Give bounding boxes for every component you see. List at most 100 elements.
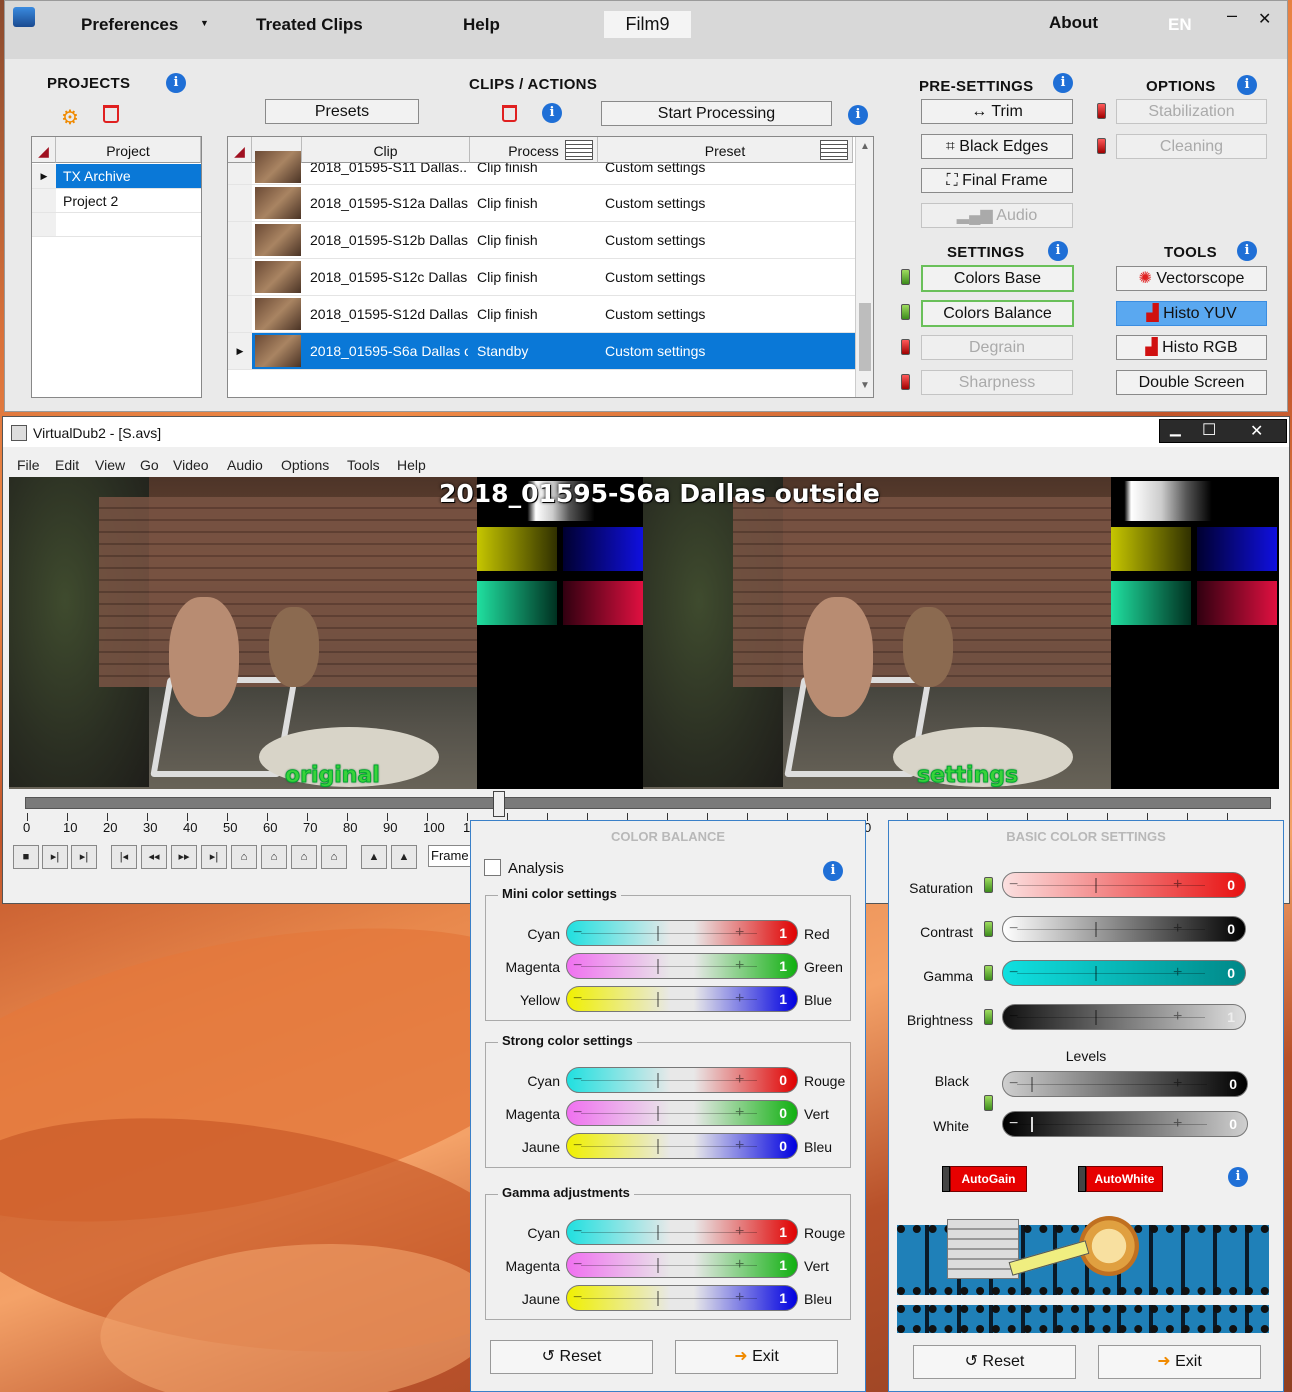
basic-slider[interactable]: − +0 — [1002, 960, 1246, 986]
close-button[interactable]: ✕ — [1258, 9, 1271, 29]
tab-film9[interactable]: Film9 — [604, 11, 691, 38]
next-key-icon[interactable]: ▸▸ — [171, 845, 197, 869]
black-level-slider[interactable]: − + 0 — [1002, 1071, 1248, 1097]
vdub-menu-go[interactable]: Go — [140, 457, 159, 473]
sharpness-button[interactable]: Sharpness — [921, 370, 1073, 395]
mark-out-point-icon[interactable]: ▲ — [391, 845, 417, 869]
color-slider[interactable]: − +1 — [566, 1252, 798, 1278]
mark-in-icon[interactable]: ⌂ — [291, 845, 317, 869]
black-edges-button[interactable]: ⌗ Black Edges — [921, 134, 1073, 159]
vdub-menu-video[interactable]: Video — [173, 457, 209, 473]
preset-column-header[interactable]: Preset — [598, 137, 853, 163]
clip-row[interactable]: 2018_01595-S12b Dallas... Clip finish Cust… — [228, 222, 855, 259]
options-info-icon[interactable]: i — [1237, 75, 1257, 95]
clips-info-icon[interactable]: i — [542, 103, 562, 123]
vdub-menu-edit[interactable]: Edit — [55, 457, 79, 473]
play-input-icon[interactable]: ▸| — [42, 845, 68, 869]
color-slider[interactable]: − +0 — [566, 1067, 798, 1093]
reset-button[interactable]: ↺ Reset — [913, 1345, 1076, 1379]
basic-info-icon[interactable]: i — [1228, 1167, 1248, 1187]
basic-slider[interactable]: − +0 — [1002, 916, 1246, 942]
start-processing-button[interactable]: Start Processing — [601, 101, 832, 126]
color-slider[interactable]: − +1 — [566, 920, 798, 946]
final-frame-button[interactable]: ⛶ Final Frame — [921, 168, 1073, 193]
play-output-icon[interactable]: ▸| — [71, 845, 97, 869]
vdub-menu-file[interactable]: File — [17, 457, 40, 473]
autowhite-button[interactable]: AutoWhite — [1086, 1166, 1163, 1192]
white-level-slider[interactable]: − + 0 — [1002, 1111, 1248, 1137]
color-slider[interactable]: − +1 — [566, 953, 798, 979]
column-chooser-icon[interactable] — [820, 140, 848, 160]
color-slider[interactable]: − +0 — [566, 1133, 798, 1159]
column-chooser-icon[interactable] — [565, 140, 593, 160]
clips-scrollbar[interactable]: ▲ ▼ — [855, 137, 873, 397]
analysis-checkbox[interactable] — [484, 859, 501, 876]
basic-slider[interactable]: − +1 — [1002, 1004, 1246, 1030]
timeline-track[interactable] — [25, 797, 1271, 809]
color-slider[interactable]: − +1 — [566, 986, 798, 1012]
clip-row[interactable]: 2018_01595-S12c Dallas... Clip finish Cust… — [228, 259, 855, 296]
color-slider[interactable]: − +1 — [566, 1219, 798, 1245]
menu-help[interactable]: Help — [463, 15, 500, 35]
mark-out-icon[interactable]: ⌂ — [321, 845, 347, 869]
audio-button[interactable]: ▂▄▆ Audio — [921, 203, 1073, 228]
trash-icon[interactable] — [103, 105, 119, 123]
stabilization-button[interactable]: Stabilization — [1116, 99, 1267, 124]
end-icon[interactable]: ▸| — [201, 845, 227, 869]
processing-info-icon[interactable]: i — [848, 105, 868, 125]
start-icon[interactable]: |◂ — [111, 845, 137, 869]
scroll-down-icon[interactable]: ▼ — [860, 380, 870, 391]
project-row-empty[interactable] — [32, 213, 201, 237]
color-balance-info-icon[interactable]: i — [823, 861, 843, 881]
trim-button[interactable]: ↔ Trim — [921, 99, 1073, 124]
menu-treated-clips[interactable]: Treated Clips — [256, 15, 363, 35]
stop-icon[interactable]: ■ — [13, 845, 39, 869]
frame-field[interactable]: Frame — [428, 845, 472, 867]
settings-info-icon[interactable]: i — [1048, 241, 1068, 261]
reset-button[interactable]: ↺ Reset — [490, 1340, 653, 1374]
scroll-up-icon[interactable]: ▲ — [860, 141, 870, 152]
basic-slider[interactable]: − +0 — [1002, 872, 1246, 898]
vdub-menu-audio[interactable]: Audio — [227, 457, 263, 473]
maximize-button[interactable]: ☐ — [1202, 420, 1216, 440]
close-button[interactable]: ✕ — [1250, 421, 1263, 441]
project-column-header[interactable]: Project — [56, 137, 201, 163]
presettings-info-icon[interactable]: i — [1053, 73, 1073, 93]
clip-row[interactable]: 2018_01595-S11 Dallas... Clip finish Custo… — [228, 151, 855, 185]
colors-base-button[interactable]: Colors Base — [921, 265, 1074, 292]
double-screen-button[interactable]: Double Screen — [1116, 370, 1267, 395]
minimize-button[interactable]: ▁ — [1170, 420, 1181, 437]
vdub-menu-tools[interactable]: Tools — [347, 457, 380, 473]
exit-button[interactable]: ➜ Exit — [1098, 1345, 1261, 1379]
vdub-menu-view[interactable]: View — [95, 457, 125, 473]
exit-button[interactable]: ➜ Exit — [675, 1340, 838, 1374]
scene-fwd-icon[interactable]: ⌂ — [261, 845, 287, 869]
clip-row[interactable]: ▶ 2018_01595-S6a Dallas o... Standby Custom… — [228, 333, 855, 370]
menu-about[interactable]: About — [1049, 13, 1098, 33]
gear-icon[interactable]: ⚙ — [61, 105, 79, 130]
projects-info-icon[interactable]: i — [166, 73, 186, 93]
scene-back-icon[interactable]: ⌂ — [231, 845, 257, 869]
process-column-header[interactable]: Process — [470, 137, 598, 163]
tools-info-icon[interactable]: i — [1237, 241, 1257, 261]
trash-icon[interactable] — [502, 105, 517, 122]
clip-row[interactable]: 2018_01595-S12d Dallas... Clip finish Cust… — [228, 296, 855, 333]
menu-preferences[interactable]: Preferences — [81, 15, 178, 35]
color-slider[interactable]: − +0 — [566, 1100, 798, 1126]
minimize-button[interactable]: – — [1227, 5, 1237, 26]
autogain-button[interactable]: AutoGain — [950, 1166, 1027, 1192]
chevron-down-icon[interactable]: ▼ — [200, 18, 209, 28]
vdub-menu-options[interactable]: Options — [281, 457, 329, 473]
project-row[interactable]: Project 2 — [32, 189, 201, 213]
degrain-button[interactable]: Degrain — [921, 335, 1073, 360]
clip-row[interactable]: 2018_01595-S12a Dallas... Clip finish Cust… — [228, 185, 855, 222]
prev-key-icon[interactable]: ◂◂ — [141, 845, 167, 869]
scrollbar-thumb[interactable] — [859, 303, 871, 371]
language-selector[interactable]: EN — [1168, 15, 1192, 35]
colors-balance-button[interactable]: Colors Balance — [921, 300, 1074, 327]
project-row[interactable]: ▶ TX Archive — [32, 164, 201, 189]
clip-column-header[interactable]: Clip — [302, 137, 470, 163]
histo-yuv-button[interactable]: ▟ Histo YUV — [1116, 301, 1267, 326]
vdub-menu-help[interactable]: Help — [397, 457, 426, 473]
cleaning-button[interactable]: Cleaning — [1116, 134, 1267, 159]
